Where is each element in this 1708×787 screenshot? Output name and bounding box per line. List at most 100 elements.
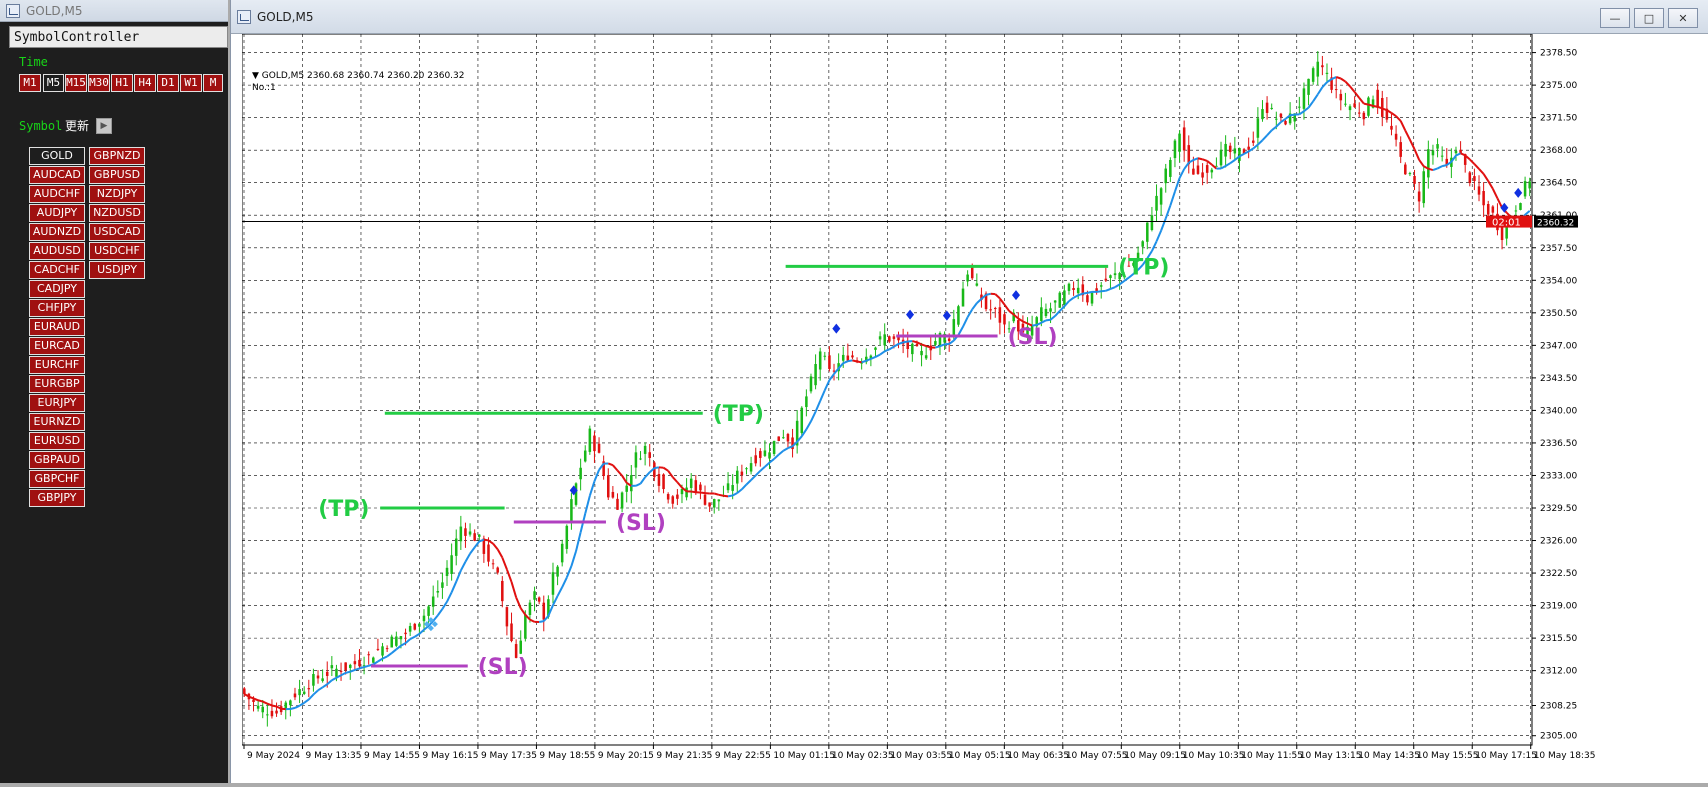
candle-body bbox=[1349, 106, 1352, 110]
timeframe-button-d1[interactable]: D1 bbox=[157, 74, 179, 92]
symbol-button-cadjpy[interactable]: CADJPY bbox=[29, 280, 85, 298]
candle-body bbox=[317, 676, 320, 679]
candle-body bbox=[1275, 119, 1278, 120]
candle-body bbox=[386, 648, 389, 649]
maximize-button[interactable]: □ bbox=[1634, 8, 1664, 28]
candle-body bbox=[552, 572, 555, 595]
candle-body bbox=[768, 452, 771, 458]
candle-body bbox=[934, 341, 937, 345]
chart-window-titlebar[interactable]: GOLD,M5 bbox=[231, 0, 1708, 34]
candle-body bbox=[851, 355, 854, 357]
candle-body bbox=[1049, 308, 1052, 311]
candle-body bbox=[427, 606, 430, 616]
timeframe-button-h4[interactable]: H4 bbox=[134, 74, 156, 92]
symbol-button-nzdusd[interactable]: NZDUSD bbox=[89, 204, 145, 222]
candle-body bbox=[1298, 107, 1301, 108]
refresh-arrow-icon[interactable]: ▶ bbox=[96, 118, 112, 134]
ma-segment bbox=[1046, 320, 1051, 321]
symbol-button-eurcad[interactable]: EURCAD bbox=[29, 337, 85, 355]
symbol-button-audnzd[interactable]: AUDNZD bbox=[29, 223, 85, 241]
ma-segment bbox=[903, 342, 908, 343]
ma-segment bbox=[1336, 77, 1341, 78]
candle-body bbox=[1206, 165, 1209, 173]
candle-body bbox=[1077, 288, 1080, 293]
ma-segment bbox=[1198, 158, 1203, 159]
candle-body bbox=[437, 591, 440, 593]
candle-body bbox=[1151, 215, 1154, 230]
symbol-button-audjpy[interactable]: AUDJPY bbox=[29, 204, 85, 222]
candle-body bbox=[243, 688, 246, 694]
price-chart[interactable]: (TP)(TP)(TP)(SL)(SL)(SL) 2305.002308.252… bbox=[242, 34, 1708, 783]
symbol-button-usdchf[interactable]: USDCHF bbox=[89, 242, 145, 260]
symbol-button-eurusd[interactable]: EURUSD bbox=[29, 432, 85, 450]
ma-segment bbox=[728, 495, 733, 496]
timeframe-button-h1[interactable]: H1 bbox=[111, 74, 133, 92]
candle-body bbox=[879, 336, 882, 339]
close-button[interactable]: ✕ bbox=[1668, 8, 1698, 28]
symbol-button-gbpusd[interactable]: GBPUSD bbox=[89, 166, 145, 184]
chart-window: GOLD,M5 — □ ✕ (TP)(TP)(TP)(SL)(SL)(SL) 2… bbox=[230, 0, 1708, 783]
candle-body bbox=[377, 649, 380, 650]
symbol-button-eurjpy[interactable]: EURJPY bbox=[29, 394, 85, 412]
candle-body bbox=[556, 567, 559, 577]
timeframe-button-m30[interactable]: M30 bbox=[88, 74, 110, 92]
symbol-button-eurnzd[interactable]: EURNZD bbox=[29, 413, 85, 431]
candle-body bbox=[1040, 307, 1043, 321]
symbol-button-gbpchf[interactable]: GBPCHF bbox=[29, 470, 85, 488]
y-tick-label: 2336.50 bbox=[1540, 439, 1577, 449]
candle-body bbox=[681, 489, 684, 494]
symbol-button-audusd[interactable]: AUDUSD bbox=[29, 242, 85, 260]
symbol-button-eurchf[interactable]: EURCHF bbox=[29, 356, 85, 374]
timeframe-button-w1[interactable]: W1 bbox=[180, 74, 202, 92]
candle-body bbox=[538, 597, 541, 601]
symbol-button-gbpjpy[interactable]: GBPJPY bbox=[29, 489, 85, 507]
timeframe-button-m[interactable]: M bbox=[203, 74, 223, 92]
candle-body bbox=[1183, 127, 1186, 150]
candle-body bbox=[1482, 191, 1485, 205]
symbol-button-gbpnzd[interactable]: GBPNZD bbox=[89, 147, 145, 165]
symbol-button-gold[interactable]: GOLD bbox=[29, 147, 85, 165]
symbol-button-nzdjpy[interactable]: NZDJPY bbox=[89, 185, 145, 203]
symbol-button-gbpaud[interactable]: GBPAUD bbox=[29, 451, 85, 469]
x-tick-label: 10 May 07:55 bbox=[1066, 751, 1128, 761]
y-tick-label: 2368.00 bbox=[1540, 146, 1577, 156]
candle-body bbox=[1257, 118, 1260, 137]
candle-body bbox=[630, 475, 633, 491]
timeframe-button-m15[interactable]: M15 bbox=[65, 74, 87, 92]
candle-body bbox=[423, 616, 426, 621]
candle-body bbox=[1312, 68, 1315, 82]
candle-body bbox=[473, 533, 476, 541]
left-window-titlebar[interactable]: GOLD,M5 bbox=[0, 0, 228, 22]
candle-body bbox=[893, 336, 896, 339]
symbol-button-eurgbp[interactable]: EURGBP bbox=[29, 375, 85, 393]
candle-body bbox=[1326, 73, 1329, 74]
candle-body bbox=[331, 665, 334, 668]
symbol-button-cadchf[interactable]: CADCHF bbox=[29, 261, 85, 279]
symbol-button-usdcad[interactable]: USDCAD bbox=[89, 223, 145, 241]
candle-body bbox=[1524, 181, 1527, 196]
symbol-button-usdjpy[interactable]: USDJPY bbox=[89, 261, 145, 279]
symbol-button-chfjpy[interactable]: CHFJPY bbox=[29, 299, 85, 317]
x-tick-label: 9 May 22:55 bbox=[715, 751, 771, 761]
timeframe-button-m1[interactable]: M1 bbox=[19, 74, 41, 92]
candle-body bbox=[579, 468, 582, 480]
candle-body bbox=[418, 624, 421, 627]
candle-body bbox=[1229, 146, 1232, 152]
symbol-button-euraud[interactable]: EURAUD bbox=[29, 318, 85, 336]
candle-body bbox=[344, 662, 347, 670]
candle-body bbox=[446, 568, 449, 576]
candle-body bbox=[971, 266, 974, 278]
candle-body bbox=[731, 485, 734, 491]
y-tick-label: 2305.00 bbox=[1540, 732, 1577, 742]
ma-segment bbox=[857, 362, 862, 363]
candle-body bbox=[298, 689, 301, 695]
symbol-button-audcad[interactable]: AUDCAD bbox=[29, 166, 85, 184]
symbol-button-audchf[interactable]: AUDCHF bbox=[29, 185, 85, 203]
collapse-arrow-icon: ▼ bbox=[252, 71, 262, 81]
chart-grid bbox=[242, 34, 1532, 745]
minimize-button[interactable]: — bbox=[1600, 8, 1630, 28]
candle-body bbox=[372, 658, 375, 663]
timeframe-button-m5[interactable]: M5 bbox=[43, 74, 64, 92]
ma-segment bbox=[848, 360, 853, 361]
price-chart-svg[interactable]: (TP)(TP)(TP)(SL)(SL)(SL) 2305.002308.252… bbox=[242, 34, 1708, 783]
